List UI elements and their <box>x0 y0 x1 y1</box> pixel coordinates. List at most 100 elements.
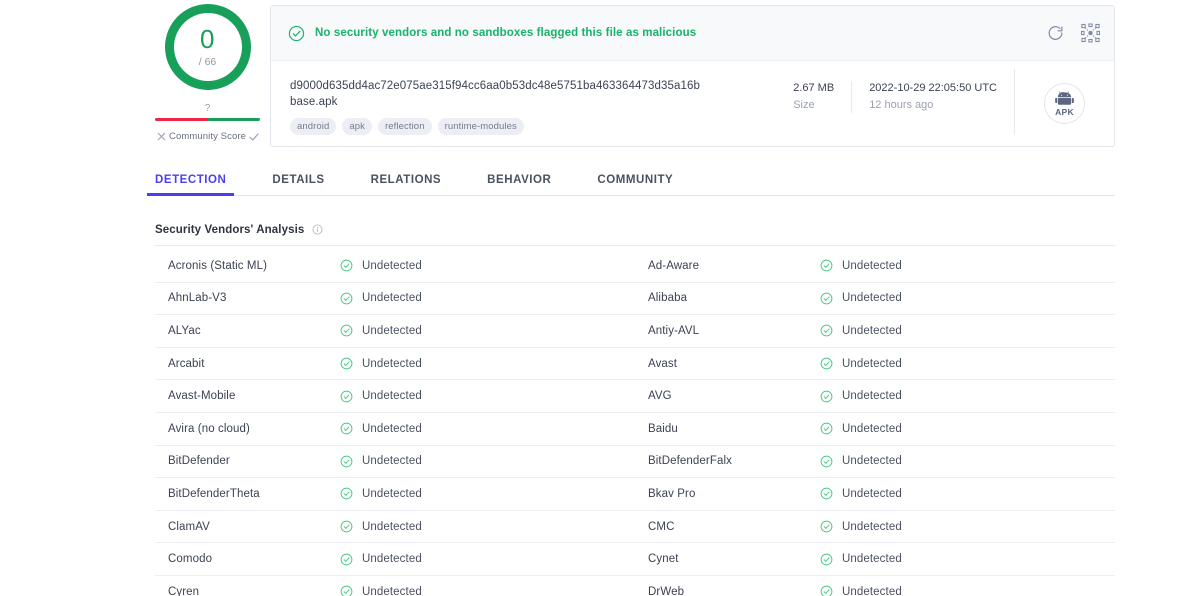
community-score-bar <box>155 118 260 121</box>
table-row: BitDefenderTheta Undetected <box>155 478 635 511</box>
tab-community[interactable]: COMMUNITY <box>597 174 673 195</box>
tab-detection[interactable]: DETECTION <box>146 174 235 196</box>
circle-check-icon <box>340 487 353 500</box>
vendor-status-text: Undetected <box>362 520 422 533</box>
circle-check-icon <box>820 487 833 500</box>
vendor-status-text: Undetected <box>362 259 422 272</box>
vendor-status-text: Undetected <box>362 390 422 403</box>
vendor-status-text: Undetected <box>842 357 902 370</box>
vendor-name: Avast-Mobile <box>168 390 236 403</box>
vendor-name: CMC <box>648 520 675 533</box>
file-analysis-date: 2022-10-29 22:05:50 UTC <box>869 82 997 94</box>
vendor-name: Baidu <box>648 422 678 435</box>
vendor-name: AhnLab-V3 <box>168 292 227 305</box>
vendor-result: Undetected <box>820 422 902 435</box>
circle-check-icon <box>340 357 353 370</box>
vendor-name: Alibaba <box>648 292 688 305</box>
circle-check-icon <box>340 585 353 596</box>
circle-check-icon <box>340 259 353 272</box>
tab-details[interactable]: DETAILS <box>272 174 324 195</box>
vendor-name: Antiy-AVL <box>648 324 700 337</box>
table-row: Alibaba Undetected <box>635 283 1115 316</box>
vendor-result: Undetected <box>340 357 422 370</box>
vendor-result: Undetected <box>340 585 422 596</box>
table-row: Ad-Aware Undetected <box>635 250 1115 283</box>
file-metadata: 2.67 MB Size 2022-10-29 22:05:50 UTC 12 … <box>776 61 1014 113</box>
vendor-status-text: Undetected <box>842 553 902 566</box>
circle-check-icon <box>820 390 833 403</box>
file-size-cell: 2.67 MB Size <box>776 81 851 113</box>
android-robot-icon: APK <box>1044 83 1085 124</box>
table-row: ALYac Undetected <box>155 315 635 348</box>
vendor-name: Cyren <box>168 585 200 596</box>
vendor-result: Undetected <box>820 520 902 533</box>
vendor-result: Undetected <box>340 553 422 566</box>
community-score-bar-positive <box>207 118 260 121</box>
file-tag[interactable]: apk <box>342 118 373 135</box>
vendor-name: BitDefender <box>168 455 230 468</box>
table-row: Avast Undetected <box>635 348 1115 381</box>
tab-behavior[interactable]: BEHAVIOR <box>487 174 551 195</box>
table-row: ClamAV Undetected <box>155 511 635 544</box>
circle-check-icon <box>340 455 353 468</box>
vendor-name: Avast <box>648 357 678 370</box>
file-tag[interactable]: reflection <box>378 118 432 135</box>
file-hash: d9000d635dd4ac72e075ae315f94cc6aa0b53dc4… <box>290 80 700 92</box>
community-score-row: Community Score <box>155 130 260 143</box>
table-row: Antiy-AVL Undetected <box>635 315 1115 348</box>
detection-ratio-donut: 0 / 66 <box>164 4 251 90</box>
vendor-status-text: Undetected <box>362 455 422 468</box>
reload-icon[interactable] <box>1046 24 1065 43</box>
vendor-status-text: Undetected <box>362 357 422 370</box>
vendor-name: BitDefenderTheta <box>168 487 260 500</box>
vendor-status-text: Undetected <box>362 422 422 435</box>
file-tag[interactable]: android <box>290 118 337 135</box>
file-size-label: Size <box>793 99 815 111</box>
vendor-name: BitDefenderFalx <box>648 455 732 468</box>
vendor-column-right: Ad-Aware Undetected Alibaba Undetected Antiy… <box>635 250 1115 596</box>
vendor-name: Bkav Pro <box>648 487 696 500</box>
circle-check-icon <box>820 292 833 305</box>
donut-inner: 0 / 66 <box>199 26 217 68</box>
tab-relations[interactable]: RELATIONS <box>371 174 442 195</box>
x-icon[interactable] <box>155 130 168 143</box>
verdict-text: No security vendors and no sandboxes fla… <box>315 27 697 39</box>
vendor-name: AVG <box>648 390 672 403</box>
analysis-title: Security Vendors' Analysis <box>155 223 305 236</box>
vendor-result: Undetected <box>340 520 422 533</box>
vendor-result: Undetected <box>820 553 902 566</box>
community-score-widget: ? Community Score <box>155 104 260 143</box>
table-row: Cyren Undetected <box>155 576 635 596</box>
file-analysis-relative: 12 hours ago <box>869 99 934 111</box>
vendor-name: DrWeb <box>648 585 685 596</box>
detection-score-widget: 0 / 66 ? Community Score <box>155 4 260 143</box>
vendor-result: Undetected <box>820 455 902 468</box>
file-tags: android apk reflection runtime-modules <box>290 118 776 135</box>
vendor-name: Cynet <box>648 553 679 566</box>
check-icon[interactable] <box>247 130 260 143</box>
vendor-status-text: Undetected <box>842 422 902 435</box>
table-row: DrWeb Undetected <box>635 576 1115 596</box>
vendor-name: ClamAV <box>168 520 210 533</box>
vendor-status-text: Undetected <box>842 585 902 596</box>
circle-check-icon <box>820 422 833 435</box>
circle-check-icon <box>340 553 353 566</box>
circle-check-icon <box>820 357 833 370</box>
relations-graph-icon[interactable] <box>1081 23 1100 43</box>
circle-check-icon <box>340 390 353 403</box>
vendor-status-text: Undetected <box>842 455 902 468</box>
table-row: BitDefender Undetected <box>155 446 635 479</box>
vendor-name: Arcabit <box>168 357 205 370</box>
vendor-result: Undetected <box>820 259 902 272</box>
info-icon[interactable] <box>312 224 323 235</box>
community-score-marker: ? <box>204 103 211 114</box>
file-identity: d9000d635dd4ac72e075ae315f94cc6aa0b53dc4… <box>271 61 776 135</box>
vendor-name: Ad-Aware <box>648 259 700 272</box>
vendor-status-text: Undetected <box>362 487 422 500</box>
table-row: Baidu Undetected <box>635 413 1115 446</box>
vendor-status-text: Undetected <box>842 487 902 500</box>
table-row: Acronis (Static ML) Undetected <box>155 250 635 283</box>
circle-check-icon <box>820 520 833 533</box>
verdict-banner: No security vendors and no sandboxes fla… <box>271 6 1114 61</box>
file-tag[interactable]: runtime-modules <box>437 118 524 135</box>
